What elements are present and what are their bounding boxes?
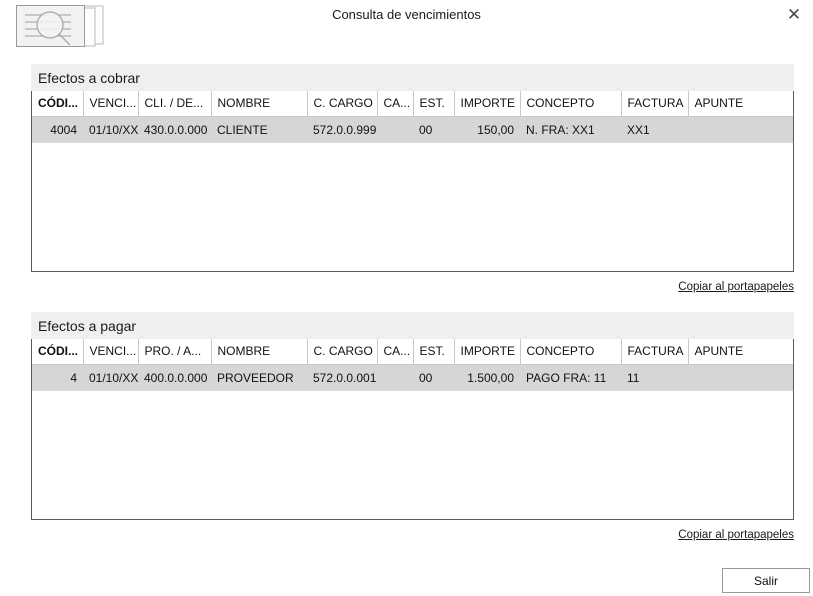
cell-concepto: PAGO FRA: 11	[520, 364, 621, 391]
grid-empty-area	[32, 143, 793, 271]
exit-button[interactable]: Salir	[722, 568, 810, 593]
cell-est: 00	[413, 364, 454, 391]
section-title: Efectos a pagar	[38, 317, 137, 334]
data-table: CÓDI... VENCI... CLI. / DE... NOMBRE C. …	[32, 91, 793, 143]
section-efectos-a-cobrar: Efectos a cobrar CÓDI... VENCI... CLI. /…	[31, 64, 794, 295]
column-header-codigo[interactable]: CÓDI...	[32, 91, 84, 117]
cell-factura: XX1	[621, 116, 688, 143]
cell-nombre: PROVEEDOR	[211, 364, 307, 391]
cell-ca	[377, 364, 413, 391]
cell-apunte	[688, 116, 793, 143]
column-header-apunte[interactable]: APUNTE	[688, 91, 793, 117]
close-icon[interactable]: ✕	[777, 0, 811, 28]
table-row[interactable]: 4 01/10/XX 400.0.0.000 PROVEEDOR 572.0.0…	[32, 364, 793, 391]
column-header-nombre[interactable]: NOMBRE	[211, 91, 308, 117]
column-header-apunte[interactable]: APUNTE	[688, 339, 793, 365]
table-row[interactable]: 4004 01/10/XX 430.0.0.000 CLIENTE 572.0.…	[32, 116, 793, 143]
window-title: Consulta de vencimientos	[332, 7, 481, 22]
table-header-row: CÓDI... VENCI... PRO. / A... NOMBRE C. C…	[32, 339, 793, 365]
column-header-vencimiento[interactable]: VENCI...	[83, 91, 139, 117]
cell-apunte	[688, 364, 793, 391]
cell-codigo: 4004	[32, 116, 83, 143]
grid-efectos-a-pagar[interactable]: CÓDI... VENCI... PRO. / A... NOMBRE C. C…	[31, 339, 794, 520]
section-header: Efectos a pagar	[31, 312, 794, 339]
copy-link-container: Copiar al portapapeles	[31, 525, 794, 543]
copy-to-clipboard-link[interactable]: Copiar al portapapeles	[678, 281, 794, 293]
cell-codigo: 4	[32, 364, 83, 391]
column-header-factura[interactable]: FACTURA	[621, 339, 689, 365]
column-header-c-cargo[interactable]: C. CARGO	[307, 91, 378, 117]
column-header-ca[interactable]: CA...	[377, 339, 414, 365]
column-header-vencimiento[interactable]: VENCI...	[83, 339, 139, 365]
cell-nombre: CLIENTE	[211, 116, 307, 143]
section-title: Efectos a cobrar	[38, 69, 140, 86]
cell-cliente-deudor: 430.0.0.000	[138, 116, 211, 143]
column-header-ca[interactable]: CA...	[377, 91, 414, 117]
column-header-c-cargo[interactable]: C. CARGO	[307, 339, 378, 365]
cell-est: 00	[413, 116, 454, 143]
section-efectos-a-pagar: Efectos a pagar CÓDI... VENCI... PRO. / …	[31, 312, 794, 543]
data-table: CÓDI... VENCI... PRO. / A... NOMBRE C. C…	[32, 339, 793, 391]
section-header: Efectos a cobrar	[31, 64, 794, 91]
column-header-concepto[interactable]: CONCEPTO	[520, 91, 622, 117]
column-header-importe[interactable]: IMPORTE	[454, 339, 521, 365]
cell-importe: 1.500,00	[454, 364, 520, 391]
column-header-proveedor-acreedor[interactable]: PRO. / A...	[138, 339, 212, 365]
column-header-est[interactable]: EST.	[413, 339, 455, 365]
dialog-window: Consulta de vencimientos ✕ Efectos a cob…	[0, 0, 813, 596]
column-header-factura[interactable]: FACTURA	[621, 91, 689, 117]
cell-concepto: N. FRA: XX1	[520, 116, 621, 143]
cell-proveedor-acreedor: 400.0.0.000	[138, 364, 211, 391]
copy-to-clipboard-link[interactable]: Copiar al portapapeles	[678, 529, 794, 541]
cell-vencimiento: 01/10/XX	[83, 364, 138, 391]
copy-link-container: Copiar al portapapeles	[31, 277, 794, 295]
cell-c-cargo: 572.0.0.999	[307, 116, 377, 143]
table-header-row: CÓDI... VENCI... CLI. / DE... NOMBRE C. …	[32, 91, 793, 117]
column-header-importe[interactable]: IMPORTE	[454, 91, 521, 117]
column-header-concepto[interactable]: CONCEPTO	[520, 339, 622, 365]
grid-empty-area	[32, 391, 793, 519]
cell-importe: 150,00	[454, 116, 520, 143]
grid-efectos-a-cobrar[interactable]: CÓDI... VENCI... CLI. / DE... NOMBRE C. …	[31, 91, 794, 272]
column-header-nombre[interactable]: NOMBRE	[211, 339, 308, 365]
cell-c-cargo: 572.0.0.001	[307, 364, 377, 391]
column-header-est[interactable]: EST.	[413, 91, 455, 117]
column-header-cliente-deudor[interactable]: CLI. / DE...	[138, 91, 212, 117]
cell-ca	[377, 116, 413, 143]
column-header-codigo[interactable]: CÓDI...	[32, 339, 84, 365]
cell-factura: 11	[621, 364, 688, 391]
title-bar: Consulta de vencimientos ✕	[0, 0, 813, 56]
cell-vencimiento: 01/10/XX	[83, 116, 138, 143]
